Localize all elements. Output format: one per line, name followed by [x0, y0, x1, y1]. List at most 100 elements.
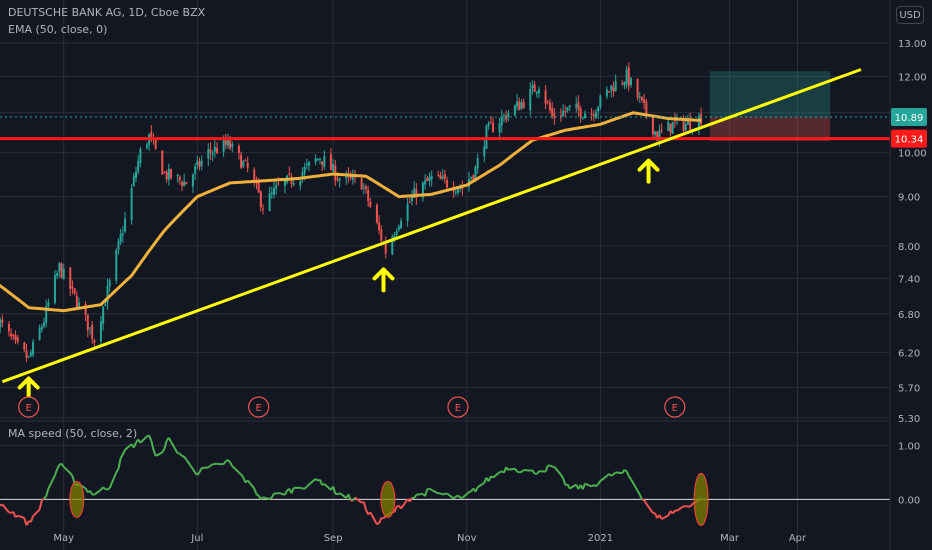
highlight-ellipse — [693, 472, 709, 526]
candle-body — [689, 120, 692, 130]
candle-body — [643, 99, 646, 103]
candle-body — [364, 186, 367, 190]
candle-body — [533, 84, 536, 92]
candle-body — [145, 144, 148, 148]
speed-segment — [207, 464, 212, 469]
candle-body — [42, 322, 45, 327]
candle-body — [424, 180, 427, 185]
candle-body — [305, 164, 308, 166]
candle-body — [108, 280, 111, 287]
candle-body — [283, 180, 286, 186]
candle-body — [651, 115, 654, 135]
candle-body — [272, 188, 275, 195]
level-badge: 10.34 — [891, 129, 927, 148]
speed-segment — [610, 473, 615, 477]
earnings-label: E — [455, 403, 461, 414]
candle-body — [121, 233, 124, 236]
candle-body — [185, 182, 188, 185]
candle — [671, 121, 674, 134]
long-position-box[interactable] — [709, 71, 831, 142]
candle-body — [592, 114, 595, 117]
candle-body — [500, 116, 503, 126]
speed-segment — [615, 471, 623, 475]
candle-body — [23, 342, 26, 350]
candle-body — [531, 85, 534, 88]
price-chart[interactable]: EEEE 13.0012.0011.0010.009.008.007.406.8… — [0, 0, 932, 550]
candle-body — [441, 176, 444, 179]
price-tick-label: 6.20 — [898, 348, 920, 359]
speed-tick-label: 1.00 — [898, 441, 920, 452]
candle-body — [71, 287, 74, 289]
candle-body — [612, 87, 615, 92]
candle-body — [446, 180, 449, 188]
candle-body — [338, 179, 341, 181]
candle-body — [32, 341, 35, 355]
candle — [375, 202, 378, 225]
candle-body — [430, 175, 433, 180]
candle-body — [623, 82, 626, 86]
highlight-ellipse — [69, 480, 85, 518]
candle-body — [93, 340, 96, 343]
price-tick-label: 12.00 — [898, 72, 927, 83]
earnings-marker[interactable]: E — [248, 396, 270, 418]
ema-legend[interactable]: EMA (50, close, 0) — [8, 23, 107, 36]
candle-body — [332, 163, 335, 172]
candle-body — [16, 337, 19, 342]
candle-body — [667, 121, 670, 131]
candle-body — [58, 263, 61, 272]
candle-body — [259, 191, 262, 208]
candle-body — [139, 148, 142, 164]
candle-body — [564, 111, 567, 113]
ma-speed-legend[interactable]: MA speed (50, close, 2) — [8, 427, 137, 440]
candle-body — [134, 171, 137, 179]
candle-body — [246, 162, 249, 168]
candle-body — [1, 319, 4, 323]
candle-body — [38, 328, 41, 340]
earnings-label: E — [672, 403, 678, 414]
currency-button[interactable]: USD — [896, 6, 924, 24]
speed-segment — [440, 492, 444, 496]
earnings-marker[interactable]: E — [447, 396, 469, 418]
speed-segment — [468, 490, 472, 494]
candle-body — [323, 156, 326, 167]
candle-body — [380, 229, 383, 241]
candle-body — [362, 187, 365, 189]
candle — [636, 78, 639, 101]
candle-body — [529, 88, 532, 111]
candle-body — [367, 189, 370, 202]
candle — [115, 248, 118, 284]
candle-body — [318, 158, 321, 160]
candle-body — [237, 145, 240, 153]
time-tick-label: Mar — [720, 533, 740, 544]
chart-title: DEUTSCHE BANK AG, 1D, Cboe BZX — [8, 6, 206, 19]
earnings-marker[interactable]: E — [664, 396, 686, 418]
candle-body — [115, 250, 118, 281]
candle-body — [119, 234, 122, 242]
candle-body — [163, 172, 166, 174]
candle-body — [132, 176, 135, 186]
candle-body — [180, 182, 183, 186]
candle-body — [198, 161, 201, 167]
price-tick-label: 8.00 — [898, 242, 920, 253]
candle-body — [14, 335, 17, 340]
candle-body — [216, 148, 219, 154]
profit-zone[interactable] — [709, 71, 831, 117]
candle-body — [222, 140, 225, 152]
candle-body — [426, 177, 429, 182]
candle-body — [575, 103, 578, 108]
candle-body — [369, 201, 372, 207]
candle-body — [378, 222, 381, 231]
candle-body — [684, 124, 687, 131]
candle-body — [375, 205, 378, 223]
candle-body — [53, 275, 56, 303]
candle-body — [91, 325, 94, 339]
candle-body — [137, 160, 140, 172]
candle-body — [454, 191, 457, 193]
speed-segment — [106, 487, 111, 491]
candle-body — [654, 131, 657, 135]
speed-segment — [255, 493, 260, 497]
price-tick-label: 7.40 — [898, 274, 920, 285]
candle-body — [384, 242, 387, 254]
speed-segment — [268, 496, 273, 500]
earnings-marker[interactable]: E — [18, 396, 40, 418]
